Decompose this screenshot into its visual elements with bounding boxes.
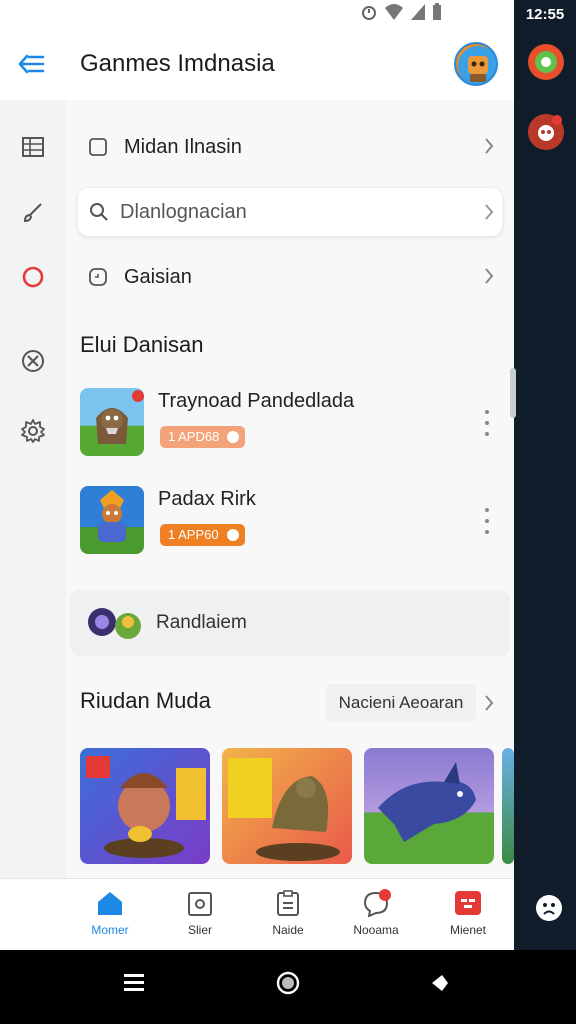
game-character-icon <box>96 390 144 444</box>
side-rail <box>0 100 66 878</box>
nav-slier-label: Slier <box>187 923 212 937</box>
recent-apps-icon[interactable] <box>122 972 146 994</box>
main-content: Midan Ilnasin Dlanlognacian Gaisian Elui… <box>66 100 514 878</box>
nav-mienet[interactable]: Mienet <box>428 889 508 945</box>
avatar-character-icon <box>458 46 496 84</box>
chevron-right-icon <box>485 204 494 220</box>
more-options-button[interactable] <box>482 508 492 534</box>
bug-icon <box>529 115 563 149</box>
game-card-2[interactable] <box>222 748 352 864</box>
game-price-badge[interactable]: 1 APD68 <box>160 426 246 448</box>
clock-box-icon <box>89 268 107 286</box>
app-shortcut-icon <box>529 45 563 79</box>
system-nav-bar <box>0 950 576 1024</box>
rail-grid-button[interactable] <box>18 132 48 162</box>
list-row-1[interactable]: Midan Ilnasin <box>78 118 502 176</box>
list-row-1-label: Midan Ilnasin <box>124 135 242 158</box>
back-button[interactable] <box>0 28 64 100</box>
chevron-right-icon[interactable] <box>482 692 496 714</box>
search-field[interactable]: Dlanlognacian <box>78 188 502 236</box>
status-bar <box>0 0 514 28</box>
record-circle-icon <box>22 266 44 288</box>
game-card-3[interactable] <box>364 748 494 864</box>
alarm-icon <box>362 6 376 20</box>
game-character-icon <box>98 490 126 542</box>
nav-slier[interactable]: Slier <box>160 889 240 945</box>
game-card-art-icon <box>86 756 206 858</box>
sad-face-icon <box>536 895 562 921</box>
see-all-button[interactable]: Nacieni Aeoaran <box>326 684 476 722</box>
game-card-art-icon <box>228 758 340 861</box>
checkbox-icon[interactable] <box>88 137 108 157</box>
right-panel <box>514 28 576 950</box>
section-title-1: Elui Danisan <box>80 332 204 357</box>
list-item[interactable]: Padax Rirk 1 APP60 <box>80 486 500 556</box>
right-panel-app-button[interactable] <box>528 44 564 80</box>
right-panel-face-button[interactable] <box>535 894 563 927</box>
search-field-label: Dlanlognacian <box>120 200 247 223</box>
battery-icon <box>433 3 441 20</box>
grid-app-icon <box>455 891 481 915</box>
rail-record-button[interactable] <box>18 262 48 292</box>
rail-compass-button[interactable] <box>18 346 48 376</box>
home-circle-icon[interactable] <box>275 970 301 996</box>
promo-banner[interactable]: Randlaiem <box>70 590 510 656</box>
chevron-right-icon <box>485 268 494 284</box>
game-card-1[interactable] <box>80 748 210 864</box>
list-item[interactable]: Traynoad Pandedlada 1 APD68 <box>80 388 500 458</box>
status-icons <box>360 3 442 21</box>
banner-label: Randlaiem <box>156 612 247 633</box>
table-icon <box>22 137 44 157</box>
right-panel-alert-button[interactable] <box>528 114 564 150</box>
compass-icon <box>22 350 44 372</box>
banner-avatars-icon <box>88 608 141 639</box>
game-price-badge[interactable]: 1 APP60 <box>160 524 245 546</box>
back-arrow-icon[interactable] <box>428 972 450 994</box>
section-title-2: Riudan Muda <box>80 688 211 713</box>
game-price-label: 1 APD68 <box>168 429 220 444</box>
more-options-button[interactable] <box>482 410 492 436</box>
search-icon <box>90 203 108 221</box>
page-title: Ganmes Imdnasia <box>80 50 275 77</box>
camera-clipboard-icon <box>188 892 212 916</box>
game-card-4-partial[interactable] <box>502 748 514 864</box>
clipboard-icon <box>277 890 299 916</box>
game-card-art-icon <box>378 762 476 842</box>
game-title: Padax Rirk <box>158 488 256 510</box>
wifi-icon <box>385 4 403 20</box>
rail-settings-button[interactable] <box>18 416 48 446</box>
bottom-nav: Momer Slier Naide Nooama Mienet <box>0 878 514 950</box>
chat-notification-icon <box>363 889 391 917</box>
menu-back-icon <box>18 54 45 74</box>
game-thumbnail <box>80 486 144 554</box>
avatar[interactable] <box>454 42 498 86</box>
list-row-3[interactable]: Gaisian <box>78 248 502 306</box>
badge-dot-icon <box>226 529 239 541</box>
gear-icon <box>21 419 45 443</box>
nav-nooama-label: Nooama <box>353 923 399 937</box>
nav-nooama[interactable]: Nooama <box>336 889 416 945</box>
nav-mienet-label: Mienet <box>449 923 487 937</box>
chevron-right-icon <box>485 138 494 154</box>
badge-dot-icon <box>227 431 240 443</box>
app-bar: Ganmes Imdnasia <box>0 28 514 100</box>
home-icon <box>98 892 122 915</box>
signal-icon <box>411 4 425 20</box>
status-time: 12:55 <box>514 0 576 28</box>
rail-brush-button[interactable] <box>18 198 48 228</box>
game-title: Traynoad Pandedlada <box>158 390 355 412</box>
brush-icon <box>23 203 42 223</box>
list-row-3-label: Gaisian <box>124 265 192 288</box>
game-thumbnail <box>80 388 144 456</box>
game-price-label: 1 APP60 <box>168 527 219 542</box>
nav-home-label: Momer <box>91 923 129 937</box>
nav-naide[interactable]: Naide <box>248 889 328 945</box>
nav-home[interactable]: Momer <box>70 889 150 945</box>
scrollbar[interactable] <box>510 368 516 418</box>
nav-naide-label: Naide <box>272 923 304 937</box>
